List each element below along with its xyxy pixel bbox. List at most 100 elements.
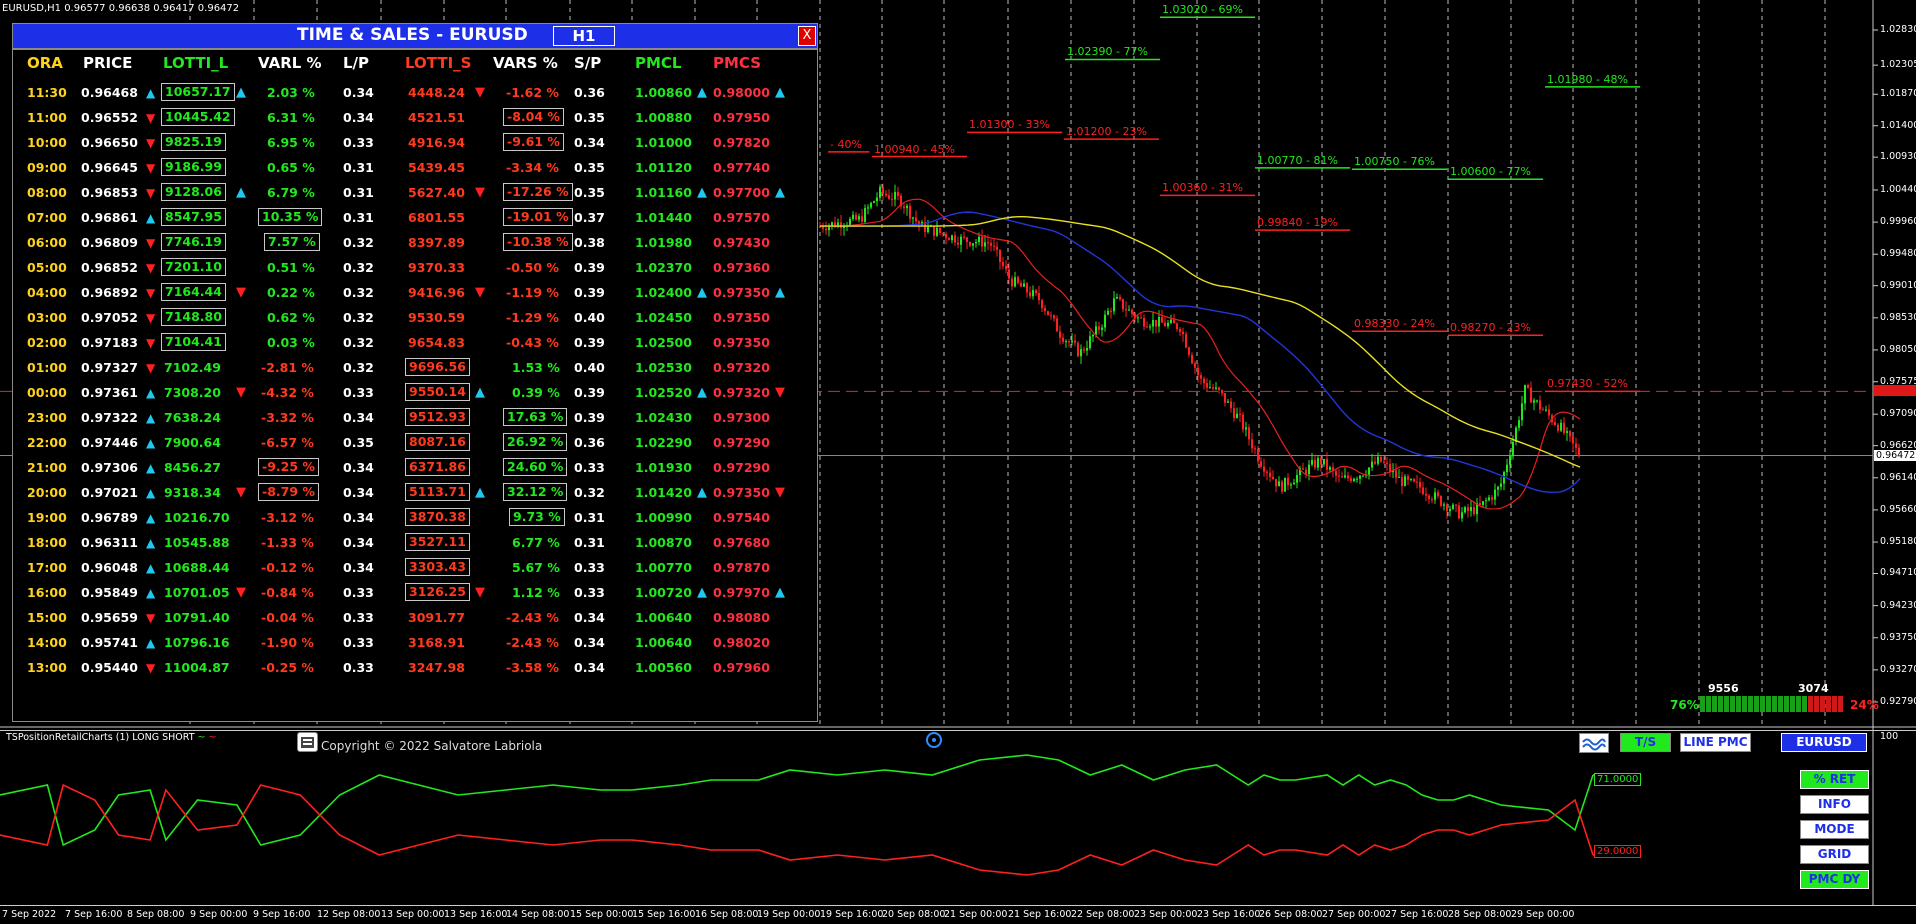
candle [1380, 456, 1382, 462]
price-axis-label: 1.01870 [1880, 88, 1916, 100]
cell-varl: -6.57 % [261, 435, 314, 450]
price-axis-label: 0.96140 [1880, 471, 1916, 483]
arrow-up-icon: ▲ [146, 436, 156, 450]
candle [1542, 409, 1544, 411]
candle [1260, 461, 1262, 467]
cell-sp: 0.34 [574, 635, 605, 650]
time-axis-label: 20 Sep 08:00 [882, 909, 946, 920]
time-axis-label: 19 Sep 16:00 [820, 909, 884, 920]
pmc-dy-button[interactable]: PMC DY [1800, 870, 1869, 889]
cell-ora: 18:00 [27, 535, 67, 550]
cell-pmcs: 0.97870 [713, 560, 770, 575]
price-axis-label: 0.99960 [1880, 216, 1916, 228]
info-button[interactable]: INFO [1800, 795, 1869, 814]
candle [972, 243, 974, 246]
sentiment-segment [1778, 696, 1783, 712]
candle [1218, 387, 1220, 391]
candle [909, 205, 911, 219]
cell-lotti-l: 10701.05 [164, 585, 230, 600]
time-axis-label: 12 Sep 08:00 [317, 909, 381, 920]
position-indicator-chart[interactable] [0, 730, 1916, 905]
cell-pmcl: 1.00720 [635, 585, 692, 600]
cell-pmcl: 1.00770 [635, 560, 692, 575]
arrow-down-icon: ▼ [775, 485, 785, 500]
timeframe-badge[interactable]: H1 [553, 26, 615, 46]
table-row: 04:00 0.96892 ▼ 7164.44 ▼ 0.22 % 0.32 9416.96 ▼ -… [13, 282, 817, 307]
target-icon[interactable] [926, 732, 942, 748]
line-pmc-button[interactable]: LINE PMC [1680, 733, 1751, 752]
cell-pmcl: 1.01000 [635, 135, 692, 150]
time-axis-label: 19 Sep 00:00 [757, 909, 821, 920]
price-axis-label: 0.98530 [1880, 311, 1916, 323]
arrow-up-icon: ▲ [775, 285, 785, 300]
cell-pmcs: 0.97700 [713, 185, 770, 200]
candle [1320, 458, 1322, 465]
candle [969, 241, 971, 246]
cell-price: 0.95741 [81, 635, 138, 650]
candle [1524, 384, 1526, 404]
arrow-up-icon: ▲ [697, 585, 707, 600]
cell-varl: 0.65 % [267, 160, 315, 175]
candle [1185, 334, 1187, 348]
cell-price: 0.97361 [81, 385, 138, 400]
ret-button[interactable]: % RET [1800, 770, 1869, 789]
cell-vars: 1.53 % [512, 360, 560, 375]
candle [1311, 460, 1313, 465]
arrow-up-icon: ▲ [775, 185, 785, 200]
cell-varl: -3.32 % [261, 410, 314, 425]
sentiment-segment [1766, 696, 1771, 712]
time-and-sales-panel[interactable]: TIME & SALES - EURUSD H1 X ORA PRICE LOTTI… [12, 23, 818, 722]
candle [1005, 266, 1007, 270]
cell-sp: 0.31 [574, 535, 605, 550]
cell-lotti-l: 10791.40 [164, 610, 230, 625]
candle [1509, 456, 1511, 465]
arrow-down-icon: ▼ [146, 161, 156, 175]
arrow-down-icon: ▼ [475, 85, 485, 100]
candle [1113, 298, 1115, 312]
ts-button[interactable]: T/S [1620, 733, 1671, 752]
arrow-down-icon: ▼ [236, 585, 246, 600]
cell-sp: 0.36 [574, 85, 605, 100]
candle [1044, 308, 1046, 312]
candle [1272, 476, 1274, 480]
symbol-button[interactable]: EURUSD [1781, 733, 1867, 752]
cell-lp: 0.31 [343, 210, 374, 225]
candle [1512, 441, 1514, 457]
mode-button[interactable]: MODE [1800, 820, 1869, 839]
cell-pmcl: 1.01120 [635, 160, 692, 175]
candle [1011, 278, 1013, 287]
arrow-down-icon: ▼ [475, 285, 485, 300]
panel-titlebar[interactable]: TIME & SALES - EURUSD H1 X [13, 24, 817, 50]
arrow-down-icon: ▼ [146, 661, 156, 675]
cell-price: 0.96892 [81, 285, 138, 300]
cell-lotti-s: 9654.83 [408, 335, 465, 350]
candle [1089, 336, 1091, 349]
cell-ora: 11:00 [27, 110, 67, 125]
sentiment-segment [1754, 696, 1759, 712]
candle [1530, 387, 1532, 403]
arrow-down-icon: ▼ [146, 361, 156, 375]
time-axis-label: 9 Sep 16:00 [253, 909, 311, 920]
cell-sp: 0.40 [574, 310, 605, 325]
table-row: 11:30 0.96468 ▲ 10657.17 ▲ 2.03 % 0.34 4448.24 ▼… [13, 82, 817, 107]
candle [975, 242, 977, 244]
cell-lp: 0.32 [343, 360, 374, 375]
cell-varl: -0.25 % [261, 660, 314, 675]
sentiment-segment [1808, 696, 1813, 712]
table-row: 18:00 0.96311 ▲ 10545.88 -1.33 % 0.34 3527.11 6… [13, 532, 817, 557]
wave-chart-button[interactable] [1579, 733, 1609, 753]
arrow-down-icon: ▼ [146, 611, 156, 625]
grid-button[interactable]: GRID [1800, 845, 1869, 864]
cell-pmcs: 0.97320 [713, 360, 770, 375]
sentiment-segment [1838, 696, 1843, 712]
logo-icon[interactable] [297, 732, 318, 752]
cell-lp: 0.34 [343, 85, 374, 100]
cell-sp: 0.39 [574, 410, 605, 425]
price-marker-line-red: 0.97430 [1874, 385, 1916, 397]
candle [1227, 401, 1229, 403]
sentiment-segment [1820, 696, 1825, 712]
close-icon[interactable]: X [798, 26, 816, 46]
candle [843, 226, 845, 229]
arrow-up-icon: ▲ [697, 185, 707, 200]
candle [870, 202, 872, 208]
